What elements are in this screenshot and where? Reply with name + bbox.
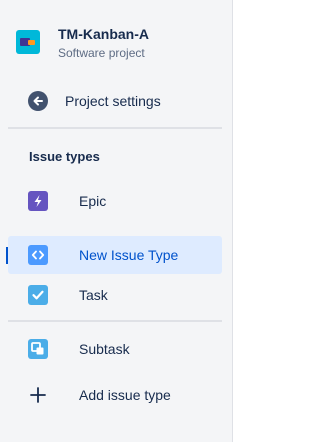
divider bbox=[8, 320, 222, 322]
epic-icon bbox=[28, 191, 48, 211]
code-icon bbox=[28, 245, 48, 265]
issue-type-label: Task bbox=[79, 287, 108, 303]
project-header: TM-Kanban-A Software project bbox=[16, 26, 149, 61]
task-icon bbox=[28, 285, 48, 305]
subtask-icon bbox=[28, 339, 48, 359]
issue-type-label: New Issue Type bbox=[79, 247, 179, 263]
divider bbox=[8, 127, 222, 129]
back-arrow-icon bbox=[28, 91, 48, 111]
project-name: TM-Kanban-A bbox=[58, 26, 149, 42]
issue-type-subtask[interactable]: Subtask bbox=[8, 330, 222, 368]
add-issue-type-button[interactable]: Add issue type bbox=[8, 376, 222, 414]
project-avatar bbox=[16, 30, 40, 54]
issue-type-epic[interactable]: Epic bbox=[8, 182, 222, 220]
plus-icon bbox=[28, 385, 48, 405]
issue-type-label: Subtask bbox=[79, 341, 130, 357]
issue-type-task[interactable]: Task bbox=[8, 276, 222, 314]
issue-type-label: Epic bbox=[79, 193, 107, 209]
issue-types-heading: Issue types bbox=[29, 149, 100, 164]
issue-type-new-issue-type[interactable]: New Issue Type bbox=[8, 236, 222, 274]
project-settings-link[interactable]: Project settings bbox=[8, 82, 222, 120]
add-issue-type-label: Add issue type bbox=[79, 387, 171, 403]
project-settings-label: Project settings bbox=[65, 93, 161, 109]
project-type: Software project bbox=[58, 46, 145, 60]
project-sidebar: TM-Kanban-A Software project Project set… bbox=[0, 0, 233, 442]
